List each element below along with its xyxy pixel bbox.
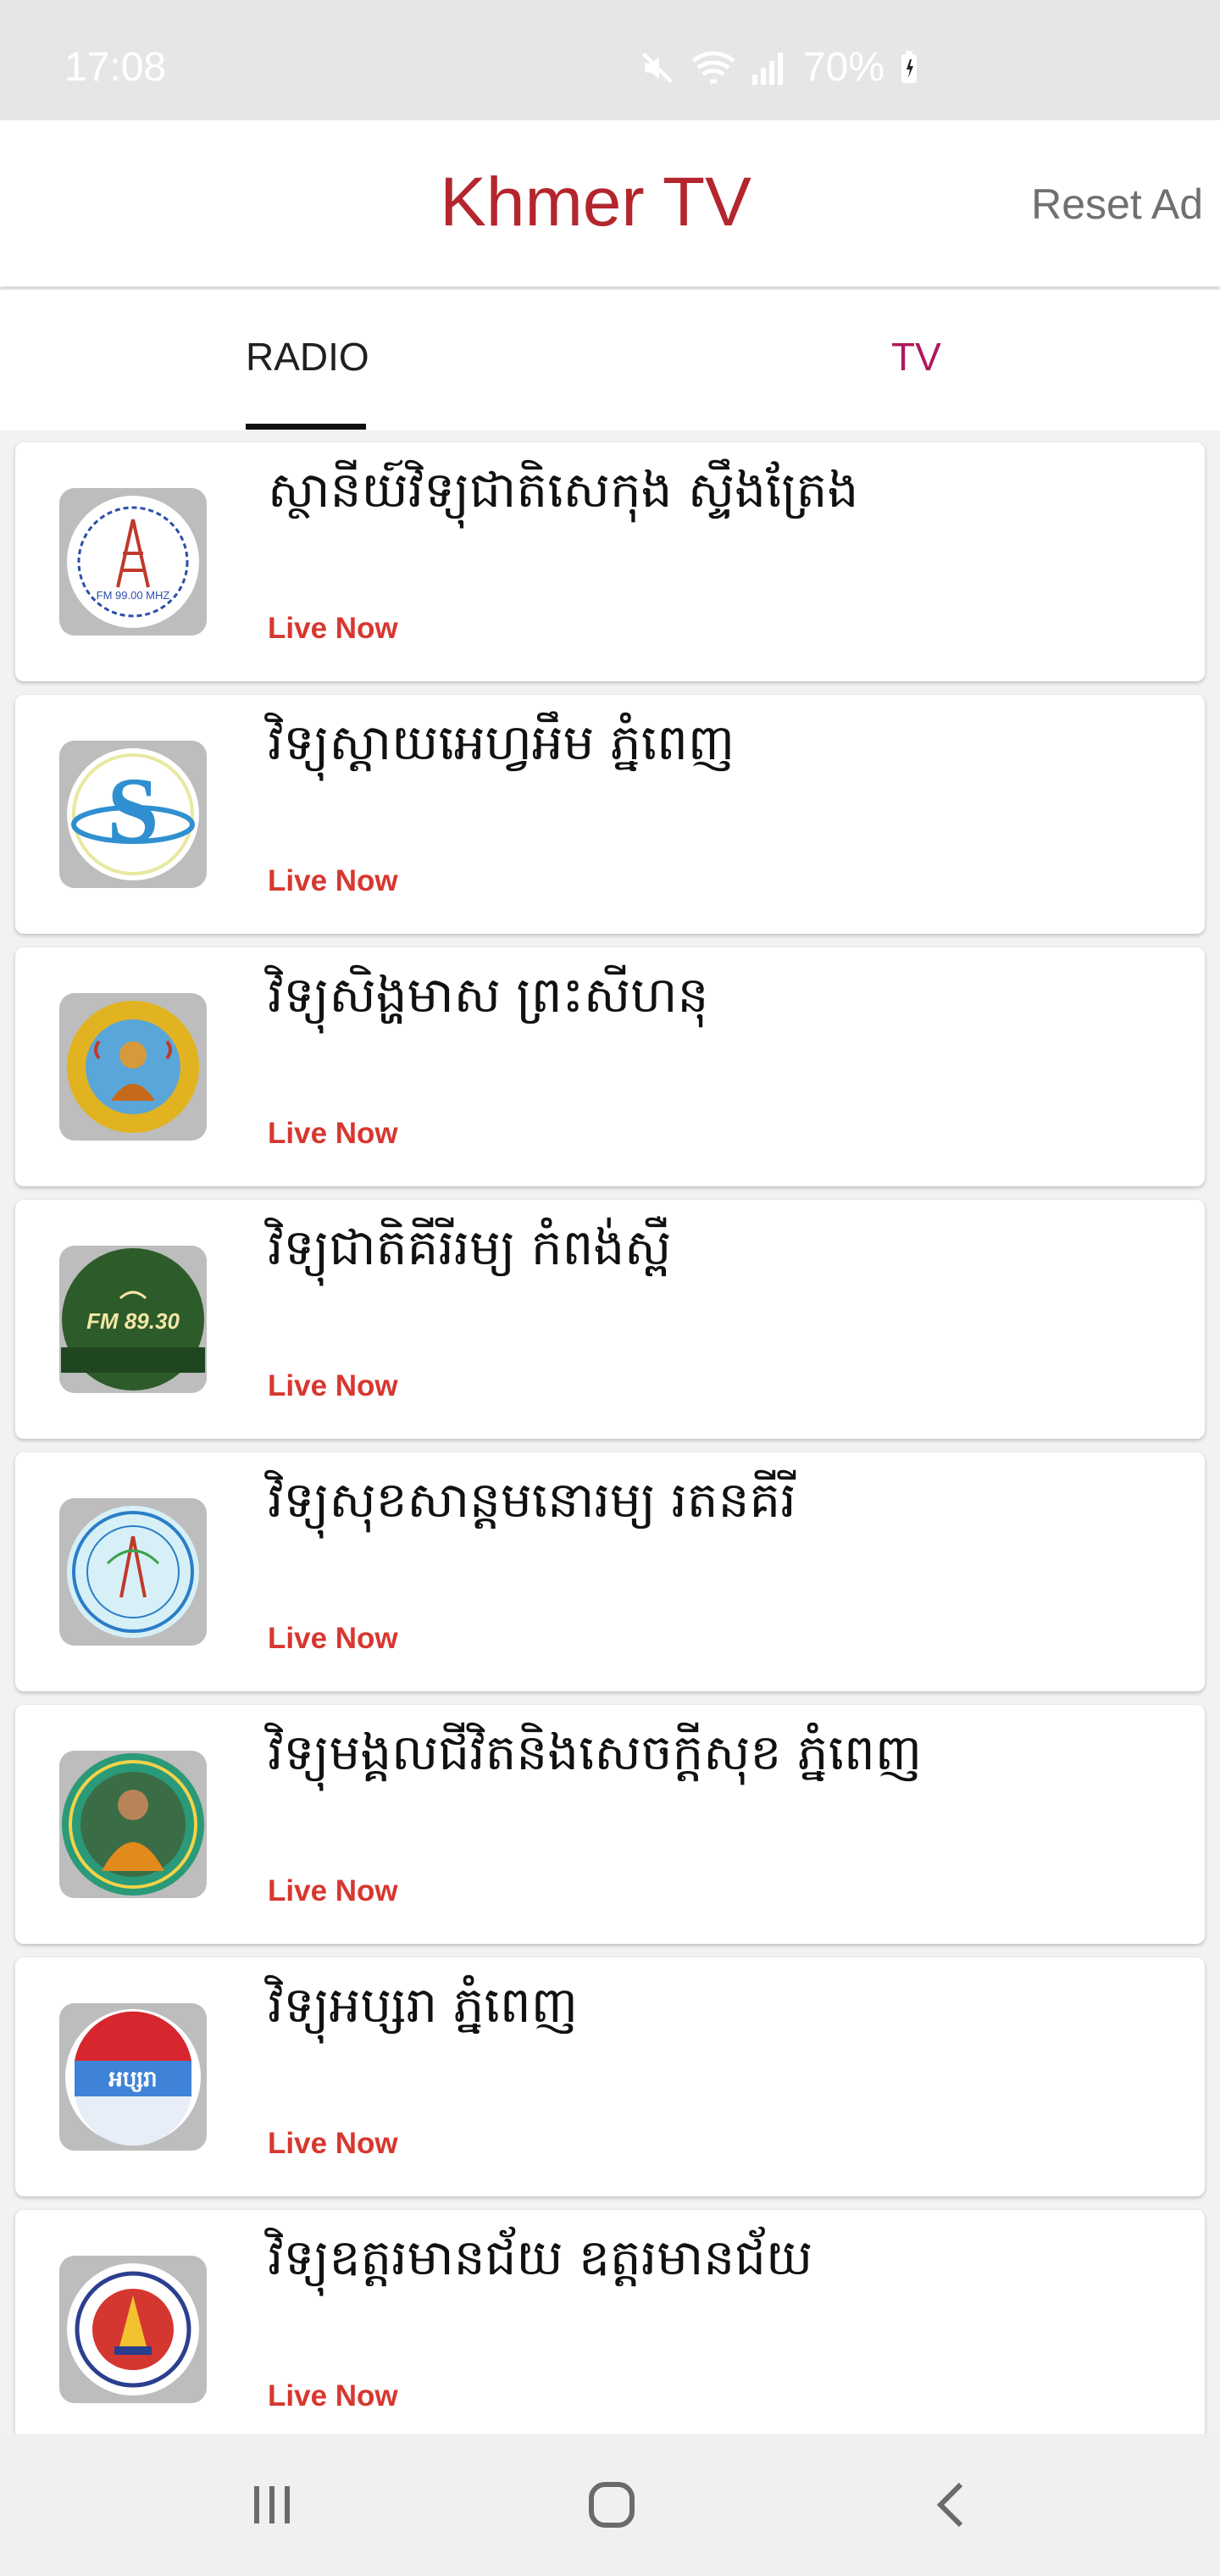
live-now-label: Live Now: [268, 1369, 398, 1402]
live-now-label: Live Now: [268, 1874, 398, 1907]
signal-icon: [751, 52, 783, 85]
station-logo: FM 99.00 MHZ: [59, 488, 207, 636]
logo-text: អប្សរា: [108, 2067, 157, 2092]
station-logo: S: [59, 741, 207, 888]
live-now-label: Live Now: [268, 612, 398, 645]
station-logo: [59, 1498, 207, 1646]
live-now-label: Live Now: [268, 864, 398, 897]
station-card[interactable]: អប្សរា វិទ្យុអប្សរា ភ្នំពេញ Live Now: [15, 1957, 1205, 2196]
app-bar: Khmer TV Reset Ad: [0, 120, 1220, 286]
logo-text: FM 89.30: [86, 1308, 180, 1334]
s-logo-icon: S: [67, 748, 199, 880]
reset-ad-button[interactable]: Reset Ad: [1031, 180, 1203, 229]
station-logo: អប្សរា: [59, 2003, 207, 2151]
live-now-label: Live Now: [268, 1117, 398, 1150]
live-now-label: Live Now: [268, 2127, 398, 2160]
apsara-logo-icon: អប្សរា: [65, 2009, 201, 2146]
tab-radio[interactable]: RADIO: [246, 334, 369, 380]
status-bar: 17:08 70%: [0, 0, 1220, 120]
home-icon: [589, 2482, 635, 2528]
back-icon: [936, 2482, 963, 2528]
status-time: 17:08: [64, 45, 167, 90]
antenna-seal-icon: [67, 1506, 199, 1638]
svg-text:S: S: [107, 758, 158, 862]
recent-apps-button[interactable]: [246, 2478, 300, 2535]
logo-text: FM 99.00 MHZ: [97, 589, 170, 602]
station-card[interactable]: FM 89.30 វិទ្យុជាតិគីរីរម្យ កំពង់ស្ពឺ Li…: [15, 1200, 1205, 1439]
green-badge-icon: FM 89.30: [61, 1248, 205, 1391]
live-now-label: Live Now: [268, 2379, 398, 2412]
mute-icon: [641, 52, 673, 83]
monk-seal-icon: [67, 1001, 199, 1133]
station-name: វិទ្យុជាតិគីរីរម្យ កំពង់ស្ពឺ: [268, 1219, 672, 1276]
system-nav-bar: [0, 2434, 1220, 2576]
wifi-icon: [691, 51, 735, 83]
station-logo: FM 89.30: [59, 1246, 207, 1393]
tab-indicator: [246, 424, 366, 430]
tab-bar: RADIO TV: [0, 290, 1220, 430]
home-button[interactable]: [585, 2478, 639, 2535]
station-logo: [59, 993, 207, 1141]
station-name: ស្ថានីយ៍វិទ្យុជាតិសេកុង ស្ទឹងត្រែង: [268, 461, 859, 519]
battery-percent: 70%: [802, 45, 884, 90]
station-name: វិទ្យុស្តាយអេហ្វអឹម ភ្នំពេញ: [268, 713, 735, 771]
station-name: វិទ្យុសុខសាន្តមនោរម្យ រតនគីរី: [268, 1471, 796, 1529]
station-name: វិទ្យុសិង្ហមាស ព្រះសីហនុ: [268, 966, 709, 1024]
recent-apps-icon: [254, 2486, 290, 2523]
monk-portrait-icon: [62, 1753, 204, 1896]
station-logo: [59, 1751, 207, 1898]
station-name: វិទ្យុឧត្តរមានជ័យ ឧត្តរមានជ័យ: [268, 2229, 813, 2286]
station-card[interactable]: FM 99.00 MHZ ស្ថានីយ៍វិទ្យុជាតិសេកុង ស្ទ…: [15, 442, 1205, 681]
radio-tower-icon: FM 99.00 MHZ: [67, 496, 199, 628]
temple-seal-icon: [67, 2263, 199, 2396]
station-name: វិទ្យុមង្គលជីវិតនិងសេចក្ដីសុខ ភ្នំពេញ: [268, 1724, 923, 1781]
station-logo: [59, 2256, 207, 2403]
station-list: FM 99.00 MHZ ស្ថានីយ៍វិទ្យុជាតិសេកុង ស្ទ…: [0, 434, 1220, 2434]
tab-tv[interactable]: TV: [891, 334, 941, 380]
station-card[interactable]: វិទ្យុមង្គលជីវិតនិងសេចក្ដីសុខ ភ្នំពេញ Li…: [15, 1705, 1205, 1944]
station-card[interactable]: វិទ្យុសិង្ហមាស ព្រះសីហនុ Live Now: [15, 947, 1205, 1186]
status-icons: 70%: [639, 44, 918, 91]
station-card[interactable]: វិទ្យុសុខសាន្តមនោរម្យ រតនគីរី Live Now: [15, 1452, 1205, 1691]
station-card[interactable]: S វិទ្យុស្តាយអេហ្វអឹម ភ្នំពេញ Live Now: [15, 695, 1205, 934]
battery-icon: [901, 50, 917, 83]
app-title: Khmer TV: [440, 164, 751, 241]
station-card[interactable]: វិទ្យុឧត្តរមានជ័យ ឧត្តរមានជ័យ Live Now: [15, 2210, 1205, 2434]
live-now-label: Live Now: [268, 1622, 398, 1655]
back-button[interactable]: [927, 2478, 981, 2535]
station-name: វិទ្យុអប្សរា ភ្នំពេញ: [268, 1976, 578, 2034]
